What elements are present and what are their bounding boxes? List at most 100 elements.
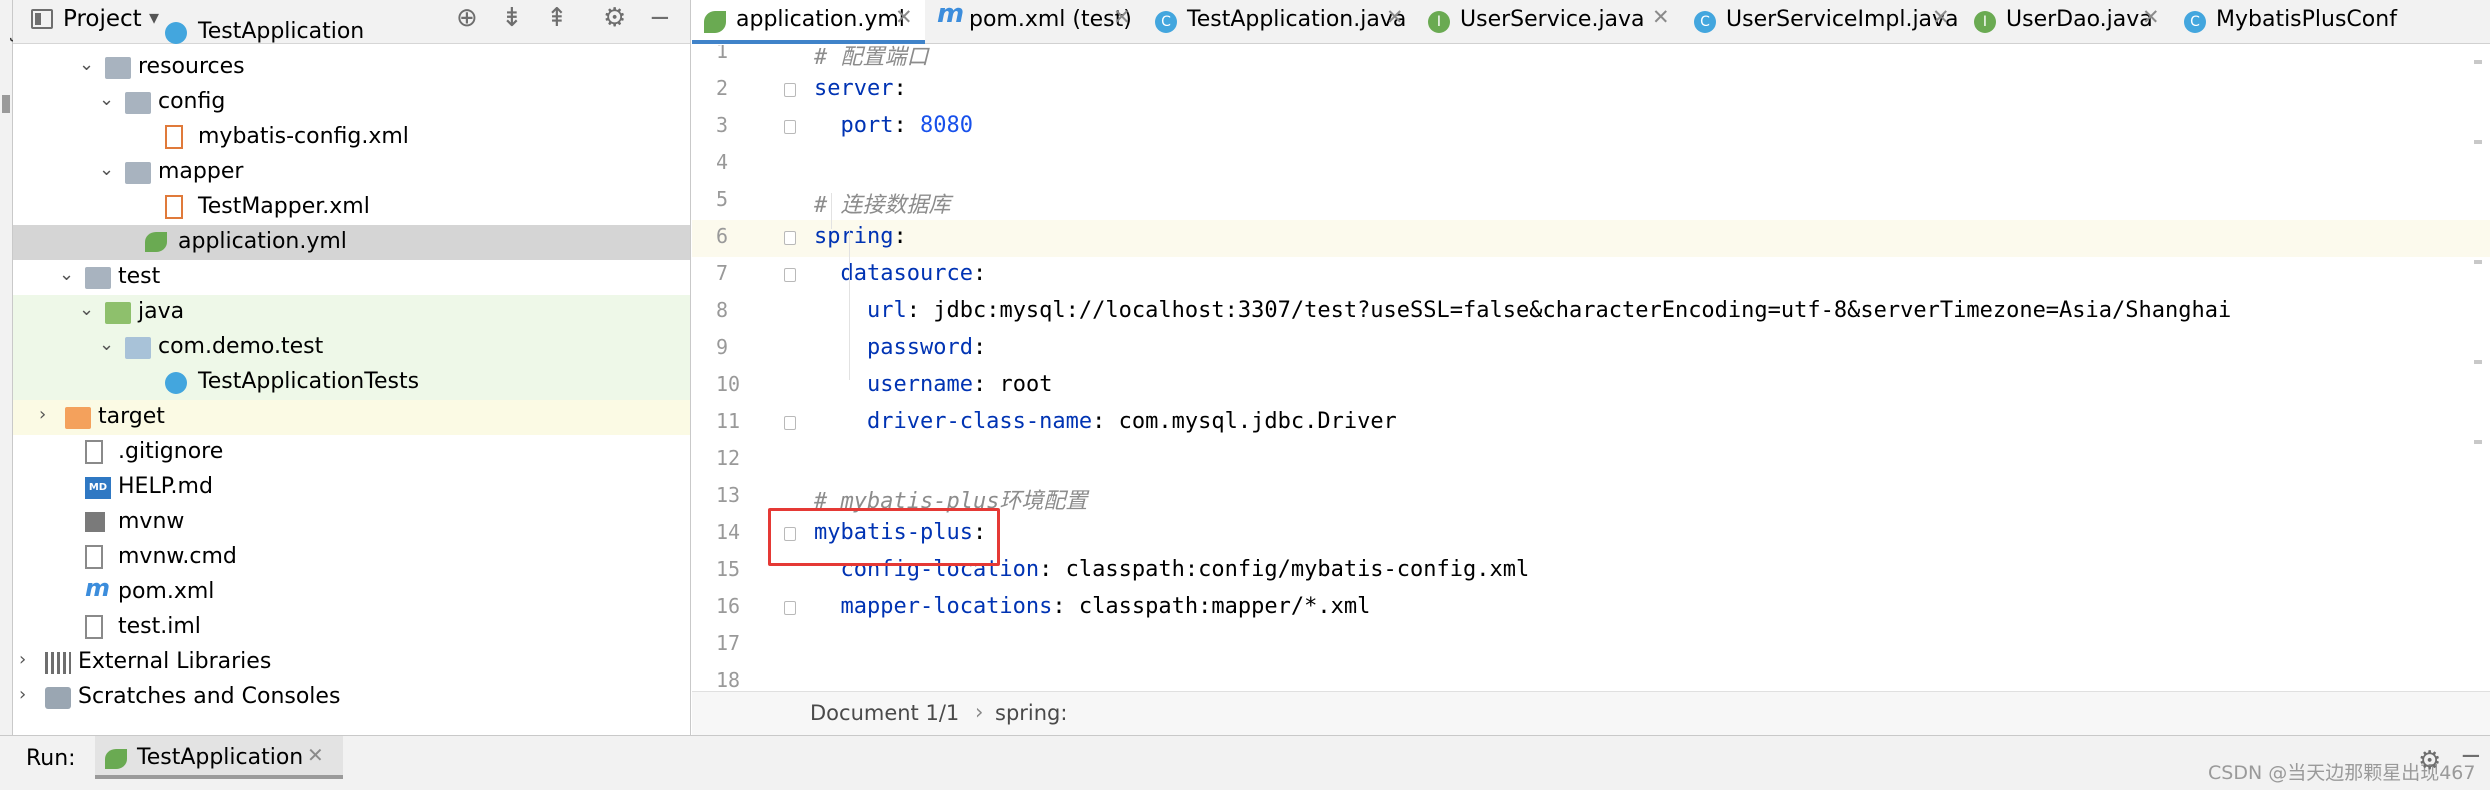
chevron-down-icon[interactable]: ⌄ xyxy=(79,299,94,320)
tree-item[interactable]: TestApplication xyxy=(13,15,690,50)
chevron-down-icon[interactable]: ⌄ xyxy=(99,89,114,110)
close-icon[interactable]: ✕ xyxy=(1932,5,1950,29)
code-text: port: 8080 xyxy=(814,113,972,138)
tree-item[interactable]: application.yml xyxy=(13,225,690,260)
folder-icon xyxy=(85,267,111,289)
line-number: 3 xyxy=(716,113,729,137)
tree-item[interactable]: mvnw xyxy=(13,505,690,540)
tree-item[interactable]: ⌄ resources xyxy=(13,50,690,85)
code-line[interactable]: 10 username: root xyxy=(692,368,2490,405)
tree-item[interactable]: ⌄ com.demo.test xyxy=(13,330,690,365)
tree-item-label: pom.xml xyxy=(118,579,215,604)
tab-application-yml[interactable]: application.yml ✕ xyxy=(692,0,925,44)
line-number: 18 xyxy=(716,668,741,691)
tree-item[interactable]: ⌄ test xyxy=(13,260,690,295)
tree-item[interactable]: › target xyxy=(13,400,690,435)
code-editor[interactable]: 1 # 配置端口 2 server: 3 port: 8080 4 5 # 连接数据库 6 spr… xyxy=(692,45,2490,691)
breadcrumb-path[interactable]: spring: xyxy=(995,701,1067,725)
line-number: 15 xyxy=(716,557,741,581)
code-text: # 配置端口 xyxy=(814,45,929,71)
close-icon[interactable]: ✕ xyxy=(307,743,324,767)
close-icon[interactable]: ✕ xyxy=(1652,5,1670,29)
chevron-down-icon[interactable]: ⌄ xyxy=(99,334,114,355)
chevron-down-icon[interactable]: ⌄ xyxy=(59,264,74,285)
breadcrumb-document[interactable]: Document 1/1 xyxy=(810,701,959,725)
tree-item[interactable]: mybatis-config.xml xyxy=(13,120,690,155)
close-icon[interactable]: ✕ xyxy=(1113,5,1131,29)
fold-marker-icon[interactable] xyxy=(784,601,796,615)
tab-pom-xml-test[interactable]: m pom.xml (test) ✕ xyxy=(925,0,1143,44)
fold-marker-icon[interactable] xyxy=(784,416,796,430)
chevron-down-icon[interactable]: ⌄ xyxy=(99,159,114,180)
tree-item[interactable]: › Scratches and Consoles xyxy=(13,680,690,715)
tab-userserviceimpl-java[interactable]: C UserServiceImpl.java ✕ xyxy=(1682,0,1962,44)
tree-item[interactable]: ⌄ mapper xyxy=(13,155,690,190)
code-line[interactable]: 5 # 连接数据库 xyxy=(692,183,2490,220)
xml-file-icon xyxy=(165,195,183,219)
tree-item[interactable]: › External Libraries xyxy=(13,645,690,680)
tree-item[interactable]: TestApplicationTests xyxy=(13,365,690,400)
fold-marker-icon[interactable] xyxy=(784,120,796,134)
class-icon: C xyxy=(1155,11,1177,33)
line-number: 1 xyxy=(716,45,729,63)
tree-item-label: test xyxy=(118,264,161,289)
tab-userdao-java[interactable]: I UserDao.java ✕ xyxy=(1962,0,2172,44)
tree-item[interactable]: m pom.xml xyxy=(13,574,690,610)
code-token: : xyxy=(1092,409,1119,434)
code-text: driver-class-name: com.mysql.jdbc.Driver xyxy=(814,409,1397,434)
close-icon[interactable]: ✕ xyxy=(2142,5,2160,29)
tree-item[interactable]: test.iml xyxy=(13,610,690,645)
tree-item[interactable]: mvnw.cmd xyxy=(13,540,690,575)
chevron-right-icon[interactable]: › xyxy=(19,649,26,670)
gear-icon[interactable]: ⚙ xyxy=(2418,746,2441,776)
tree-item[interactable]: MD HELP.md xyxy=(13,470,690,505)
tab-label: UserServiceImpl.java xyxy=(1726,7,1959,32)
code-line[interactable]: 12 xyxy=(692,442,2490,479)
code-token: : xyxy=(1039,557,1066,582)
code-token: root xyxy=(999,372,1053,397)
tab-mybatisplusconf[interactable]: C MybatisPlusConf xyxy=(2172,0,2490,44)
tree-item[interactable]: TestMapper.xml xyxy=(13,190,690,225)
code-line[interactable]: 3 port: 8080 xyxy=(692,109,2490,146)
tree-item[interactable]: ⌄ config xyxy=(13,85,690,120)
close-icon[interactable]: ✕ xyxy=(895,5,913,29)
fold-marker-icon[interactable] xyxy=(784,231,796,245)
fold-marker-icon[interactable] xyxy=(784,83,796,97)
tab-userservice-java[interactable]: I UserService.java ✕ xyxy=(1416,0,1682,44)
code-token: jdbc:mysql://localhost:3307/test?useSSL=… xyxy=(933,298,2232,323)
tab-testapplication-java[interactable]: C TestApplication.java ✕ xyxy=(1143,0,1416,44)
minimize-icon[interactable]: − xyxy=(2460,741,2482,771)
maven-icon: m xyxy=(937,0,965,29)
editor-scrollbar[interactable] xyxy=(2470,60,2486,500)
line-number: 7 xyxy=(716,261,729,285)
class-icon: C xyxy=(2184,11,2206,33)
run-tab-testapplication[interactable]: TestApplication ✕ xyxy=(95,736,343,779)
code-line[interactable]: 8 url: jdbc:mysql://localhost:3307/test?… xyxy=(692,294,2490,331)
code-line[interactable]: 18 xyxy=(692,664,2490,691)
chevron-right-icon[interactable]: › xyxy=(19,684,26,705)
tree-item[interactable]: .gitignore xyxy=(13,435,690,470)
tree-item-label: mvnw.cmd xyxy=(118,544,237,569)
code-line[interactable]: 2 server: xyxy=(692,72,2490,109)
library-icon xyxy=(45,652,71,674)
tree-item-label: application.yml xyxy=(178,229,347,254)
code-line[interactable]: 7 datasource: xyxy=(692,257,2490,294)
code-token: username xyxy=(814,372,973,397)
code-line[interactable]: 17 xyxy=(692,627,2490,664)
code-line[interactable]: 11 driver-class-name: com.mysql.jdbc.Dri… xyxy=(692,405,2490,442)
chevron-right-icon[interactable]: › xyxy=(39,404,46,425)
fold-marker-icon[interactable] xyxy=(784,268,796,282)
run-label: Run: xyxy=(26,746,76,771)
code-line[interactable]: 1 # 配置端口 xyxy=(692,45,2490,72)
source-folder-icon xyxy=(105,302,131,324)
line-number: 10 xyxy=(716,372,741,396)
line-number: 13 xyxy=(716,483,741,507)
chevron-down-icon[interactable]: ⌄ xyxy=(79,54,94,75)
code-line[interactable]: 4 xyxy=(692,146,2490,183)
code-line[interactable]: 6 spring: xyxy=(692,220,2490,257)
code-line[interactable]: 9 password: xyxy=(692,331,2490,368)
tree-item[interactable]: ⌄ java xyxy=(13,295,690,330)
tab-label: MybatisPlusConf xyxy=(2216,7,2397,32)
code-line[interactable]: 16 mapper-locations: classpath:mapper/*.… xyxy=(692,590,2490,627)
close-icon[interactable]: ✕ xyxy=(1386,5,1404,29)
